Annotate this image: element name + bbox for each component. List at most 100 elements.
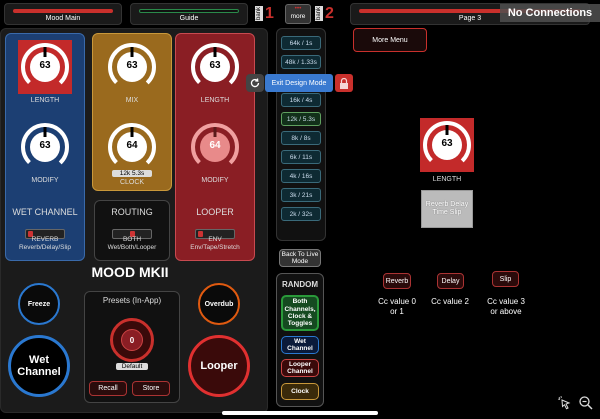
store-label: Store <box>142 385 160 392</box>
undo-button[interactable] <box>246 74 264 92</box>
overdub-button[interactable]: Overdub <box>198 283 240 325</box>
preset-default: Default <box>116 363 148 370</box>
lock-button[interactable] <box>335 74 353 92</box>
overlapping-labels-block[interactable]: Reverb Delay Time Slip <box>421 190 473 228</box>
random-title: RANDOM <box>282 280 318 289</box>
rate-label: 12k / 5.3s <box>286 115 316 123</box>
clock-knob[interactable]: 64 <box>105 120 159 174</box>
wet-channel-button[interactable]: Wet Channel <box>8 335 70 397</box>
zoom-out-icon[interactable] <box>578 395 594 411</box>
rate-label: 4k / 16s <box>289 172 313 180</box>
freeze-label: Freeze <box>27 300 51 308</box>
clock-label: CLOCK <box>119 179 145 186</box>
wet-length-value: 63 <box>39 60 51 71</box>
looper-modify-value: 64 <box>209 140 221 151</box>
design-length-knob[interactable]: 63 <box>420 118 474 172</box>
exit-design-mode-button[interactable]: Exit Design Mode <box>265 74 333 92</box>
wet-modify-label: MODIFY <box>31 177 59 184</box>
wet-channel-title: WET CHANNEL <box>12 207 78 217</box>
cc-slip-text: Cc value 3 or above <box>487 297 525 316</box>
preset-knob-value: 0 <box>129 335 135 345</box>
wet-length-knob[interactable]: 63 <box>18 40 72 94</box>
reverb-label: Reverb <box>385 277 409 285</box>
clock-readout: 12k 5.3s <box>112 170 152 177</box>
rate-label: 48k / 1.33s <box>285 58 317 66</box>
routing-title: ROUTING <box>111 207 153 217</box>
store-button[interactable]: Store <box>132 381 170 396</box>
looper-modify-label: MODIFY <box>201 177 229 184</box>
more-menu-button[interactable]: More Menu <box>353 28 427 52</box>
preset-knob[interactable]: 0 <box>110 318 154 362</box>
home-indicator <box>222 411 378 415</box>
tab-page-3-label: Page 3 <box>458 15 482 22</box>
wet-switch-value: REVERB <box>31 236 59 243</box>
bank-left-button[interactable]: bank 1 <box>255 3 281 25</box>
back-to-live-button[interactable]: Back To Live Mode <box>279 249 321 267</box>
random-both-button[interactable]: Both Channels, Clock & Toggles <box>281 295 319 331</box>
reverb-button[interactable]: Reverb <box>383 273 411 289</box>
more-button[interactable]: ••• more <box>285 4 311 24</box>
mix-value: 63 <box>126 60 138 71</box>
mix-knob[interactable]: 63 <box>105 40 159 94</box>
more-dots-icon: ••• <box>294 5 302 12</box>
looper-button[interactable]: Looper <box>188 335 250 397</box>
slip-label: Slip <box>499 275 512 283</box>
rate-label: 8k / 8s <box>291 134 311 142</box>
rate-button[interactable]: 4k / 16s <box>281 169 321 183</box>
looper-title: LOOPER <box>196 207 234 217</box>
design-knob-label: LENGTH <box>432 176 462 183</box>
rate-button[interactable]: 64k / 1s <box>281 36 321 50</box>
delay-button[interactable]: Delay <box>437 273 464 289</box>
overdub-label: Overdub <box>204 300 234 308</box>
random-wet-button[interactable]: Wet Channel <box>281 336 319 354</box>
rate-button[interactable]: 2k / 32s <box>281 207 321 221</box>
looper-length-value: 63 <box>209 60 221 71</box>
random-clock-button[interactable]: Clock <box>281 383 319 400</box>
freeze-button[interactable]: Freeze <box>18 283 60 325</box>
overlapping-labels-text: Reverb Delay Time Slip <box>425 201 469 216</box>
mix-label: MIX <box>125 97 139 104</box>
wet-switch-options: Reverb/Delay/Slip <box>18 244 72 251</box>
tab-mood-main[interactable]: Mood Main <box>4 3 122 25</box>
tab-mood-main-label: Mood Main <box>45 15 81 22</box>
looper-length-label: LENGTH <box>200 97 230 104</box>
wet-modify-knob[interactable]: 63 <box>18 120 72 174</box>
recall-button[interactable]: Recall <box>89 381 127 396</box>
rate-button[interactable]: 16k / 4s <box>281 93 321 107</box>
tab-guide[interactable]: Guide <box>130 3 248 25</box>
rate-button[interactable]: 12k / 5.3s <box>281 112 321 126</box>
random-clock-label: Clock <box>291 387 309 395</box>
rate-button[interactable]: 6k / 11s <box>281 150 321 164</box>
more-label: more <box>290 13 306 20</box>
looper-length-knob[interactable]: 63 <box>188 40 242 94</box>
rate-label: 2k / 32s <box>289 210 313 218</box>
random-wet-label: Wet Channel <box>287 337 313 352</box>
device-title: MOOD MKII <box>91 264 169 280</box>
random-both-label: Both Channels, Clock & Toggles <box>284 298 316 328</box>
undo-icon <box>250 78 260 88</box>
rate-label: 16k / 4s <box>289 96 313 104</box>
clock-value: 64 <box>126 140 138 151</box>
tab-guide-label: Guide <box>179 15 199 22</box>
bank-left-label: bank <box>255 6 263 22</box>
connection-status: No Connections <box>500 4 600 22</box>
looper-switch-options: Env/Tape/Stretch <box>190 244 240 251</box>
bank-left-number: 1 <box>265 5 274 22</box>
wet-length-label: LENGTH <box>30 97 60 104</box>
looper-button-label: Looper <box>200 360 238 372</box>
sparkle-pointer-icon[interactable] <box>557 395 573 411</box>
exit-design-mode-label: Exit Design Mode <box>271 79 327 87</box>
bank-right-label: bank <box>315 6 323 22</box>
cc-reverb-text: Cc value 0 or 1 <box>378 297 416 316</box>
rate-button[interactable]: 48k / 1.33s <box>281 55 321 69</box>
random-looper-button[interactable]: Looper Channel <box>281 359 319 377</box>
rate-label: 64k / 1s <box>289 39 313 47</box>
rate-button[interactable]: 8k / 8s <box>281 131 321 145</box>
slip-button[interactable]: Slip <box>492 271 519 287</box>
looper-modify-knob[interactable]: 64 <box>188 120 242 174</box>
rate-button[interactable]: 3k / 21s <box>281 188 321 202</box>
wet-channel-button-label: Wet Channel <box>17 354 61 378</box>
routing-switch-value: BOTH <box>122 236 142 243</box>
bank-right-button[interactable]: bank 2 <box>315 3 345 25</box>
back-to-live-label: Back To Live Mode <box>281 250 319 265</box>
